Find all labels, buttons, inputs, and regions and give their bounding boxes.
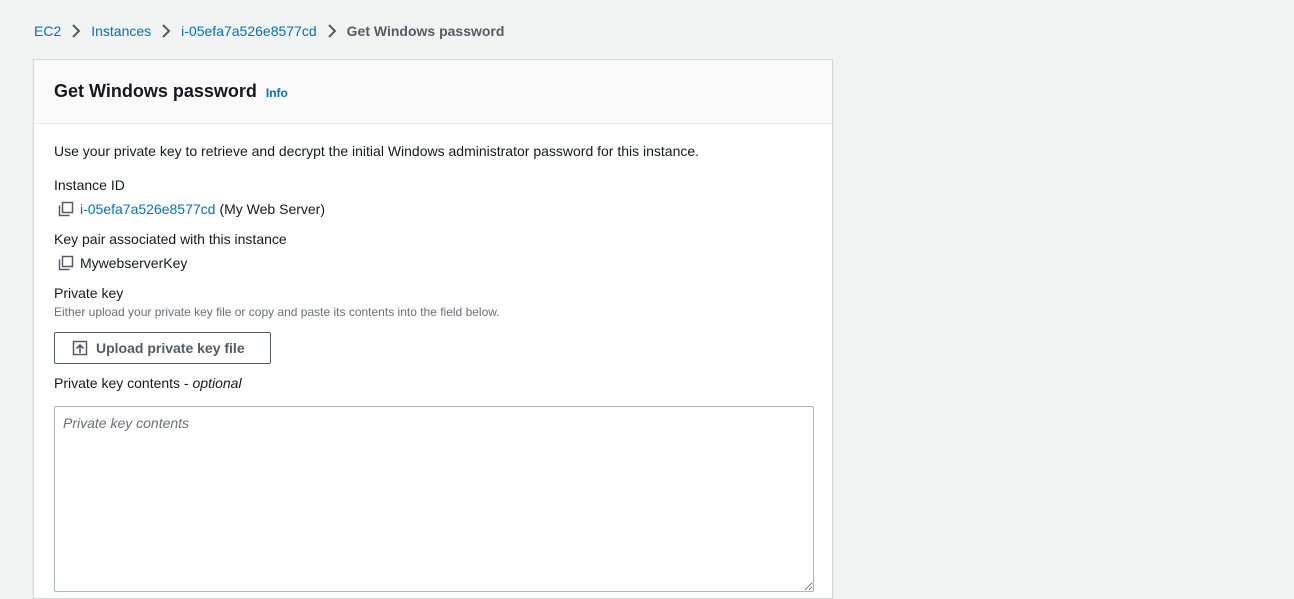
- private-key-label: Private key: [54, 285, 124, 301]
- key-pair-name: MywebserverKey: [80, 255, 188, 271]
- private-key-contents-label: Private key contents - optional: [54, 375, 242, 391]
- panel-header: Get Windows password Info: [34, 60, 832, 124]
- upload-private-key-button[interactable]: Upload private key file: [54, 332, 271, 364]
- chevron-right-icon: [320, 23, 344, 39]
- page-title: Get Windows password: [54, 81, 257, 101]
- optional-tag: optional: [192, 375, 242, 391]
- chevron-right-icon: [154, 23, 178, 39]
- info-link[interactable]: Info: [266, 86, 288, 100]
- upload-icon: [72, 340, 88, 356]
- copy-icon[interactable]: [58, 201, 74, 217]
- instance-name: (My Web Server): [219, 201, 326, 217]
- key-pair-label: Key pair associated with this instance: [54, 231, 287, 247]
- get-windows-password-panel: Get Windows password Info Use your priva…: [33, 59, 833, 599]
- key-pair-value: MywebserverKey: [54, 255, 187, 271]
- breadcrumb: EC2 Instances i-05efa7a526e8577cd Get Wi…: [34, 21, 504, 41]
- private-key-contents-input[interactable]: [54, 406, 814, 592]
- copy-icon[interactable]: [58, 255, 74, 271]
- breadcrumb-ec2[interactable]: EC2: [34, 23, 61, 39]
- contents-label-text: Private key contents -: [54, 375, 193, 391]
- instance-id-link[interactable]: i-05efa7a526e8577cd: [80, 201, 215, 217]
- instance-id-label: Instance ID: [54, 177, 125, 193]
- breadcrumb-instances[interactable]: Instances: [91, 23, 151, 39]
- breadcrumb-instance-id[interactable]: i-05efa7a526e8577cd: [181, 23, 316, 39]
- upload-button-label: Upload private key file: [96, 340, 245, 356]
- breadcrumb-current: Get Windows password: [346, 23, 505, 39]
- panel-description: Use your private key to retrieve and dec…: [54, 143, 700, 159]
- instance-id-value: i-05efa7a526e8577cd (My Web Server): [54, 201, 325, 217]
- chevron-right-icon: [64, 23, 88, 39]
- private-key-hint: Either upload your private key file or c…: [54, 305, 500, 319]
